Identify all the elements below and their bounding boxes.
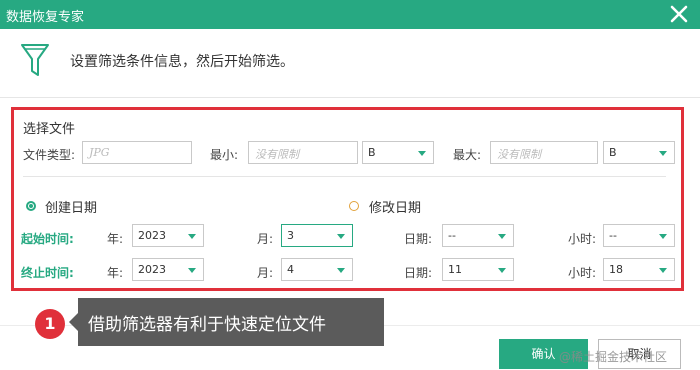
- modify-date-radio[interactable]: [349, 201, 359, 211]
- start-month-select[interactable]: 3: [281, 224, 353, 247]
- chevron-down-icon: [337, 234, 345, 239]
- start-month-value: 3: [287, 229, 294, 242]
- min-size-input[interactable]: 没有限制: [248, 141, 358, 164]
- min-unit-select[interactable]: B: [362, 141, 434, 164]
- divider: [23, 176, 666, 177]
- title-bar: 数据恢复专家: [0, 0, 700, 29]
- start-hour-value: --: [609, 229, 617, 242]
- chevron-down-icon: [659, 151, 667, 156]
- funnel-icon: [21, 44, 49, 76]
- min-size-label: 最小:: [210, 148, 239, 162]
- window-title: 数据恢复专家: [6, 10, 85, 25]
- start-day-label: 日期:: [404, 232, 433, 246]
- end-hour-label: 小时:: [568, 266, 597, 280]
- start-hour-label: 小时:: [568, 232, 597, 246]
- end-day-value: 11: [448, 263, 462, 276]
- watermark: @稀土掘金技术社区: [559, 350, 668, 364]
- max-size-input[interactable]: 没有限制: [490, 141, 598, 164]
- end-year-value: 2023: [138, 263, 166, 276]
- file-type-label: 文件类型:: [23, 148, 76, 162]
- chevron-down-icon: [418, 151, 426, 156]
- create-date-label[interactable]: 创建日期: [45, 197, 97, 216]
- chevron-down-icon: [498, 234, 506, 239]
- start-time-label: 起始时间:: [21, 232, 74, 246]
- create-date-radio[interactable]: [26, 201, 36, 211]
- chevron-down-icon: [659, 268, 667, 273]
- chevron-down-icon: [337, 268, 345, 273]
- end-day-label: 日期:: [404, 266, 433, 280]
- file-type-input[interactable]: JPG: [82, 141, 192, 164]
- start-year-value: 2023: [138, 229, 166, 242]
- filter-panel: 选择文件 文件类型: JPG 最小: 没有限制 B 最大: 没有限制 B 创建日…: [11, 107, 684, 291]
- end-month-select[interactable]: 4: [281, 258, 353, 281]
- end-month-value: 4: [287, 263, 294, 276]
- annotation-text: 借助筛选器有利于快速定位文件: [88, 315, 326, 335]
- start-hour-select[interactable]: --: [603, 224, 675, 247]
- annotation-tooltip: 借助筛选器有利于快速定位文件: [69, 298, 384, 346]
- end-day-select[interactable]: 11: [442, 258, 514, 281]
- max-unit-value: B: [609, 146, 617, 159]
- end-time-label: 终止时间:: [21, 266, 74, 280]
- start-year-label: 年:: [107, 232, 124, 246]
- start-month-label: 月:: [257, 232, 274, 246]
- chevron-down-icon: [498, 268, 506, 273]
- chevron-down-icon: [188, 268, 196, 273]
- end-month-label: 月:: [257, 266, 274, 280]
- max-size-label: 最大:: [453, 148, 482, 162]
- min-unit-value: B: [368, 146, 376, 159]
- max-unit-select[interactable]: B: [603, 141, 675, 164]
- start-year-select[interactable]: 2023: [132, 224, 204, 247]
- end-hour-select[interactable]: 18: [603, 258, 675, 281]
- chevron-down-icon: [659, 234, 667, 239]
- start-day-value: --: [448, 229, 456, 242]
- end-year-select[interactable]: 2023: [132, 258, 204, 281]
- start-day-select[interactable]: --: [442, 224, 514, 247]
- dialog-header: 设置筛选条件信息，然后开始筛选。: [0, 29, 700, 98]
- section-title: 选择文件: [23, 122, 76, 137]
- close-icon[interactable]: [668, 3, 690, 25]
- modify-date-label[interactable]: 修改日期: [369, 197, 421, 216]
- end-year-label: 年:: [107, 266, 124, 280]
- chevron-down-icon: [188, 234, 196, 239]
- header-hint: 设置筛选条件信息，然后开始筛选。: [70, 54, 294, 70]
- step-badge: 1: [35, 309, 65, 339]
- end-hour-value: 18: [609, 263, 623, 276]
